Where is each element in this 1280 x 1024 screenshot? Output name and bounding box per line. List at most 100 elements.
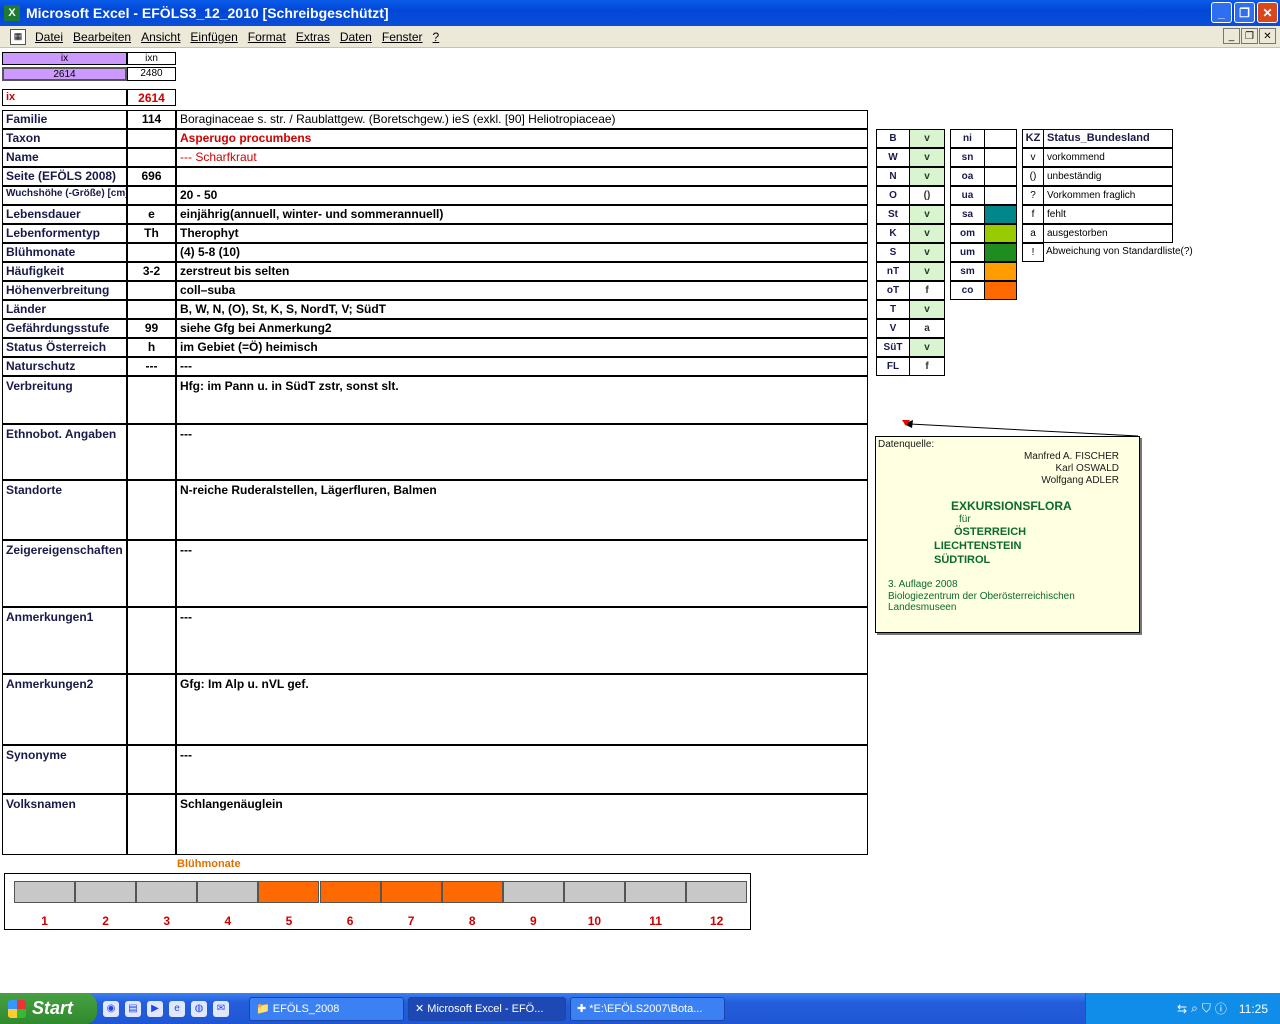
row-label[interactable]: Lebensdauer: [2, 205, 127, 224]
land-status[interactable]: v: [909, 129, 945, 148]
land-status[interactable]: v: [909, 243, 945, 262]
row-value[interactable]: Therophyt: [176, 224, 868, 243]
row-value[interactable]: im Gebiet (=Ö) heimisch: [176, 338, 868, 357]
land-status[interactable]: v: [909, 224, 945, 243]
row-label[interactable]: Lebenformentyp: [2, 224, 127, 243]
legend-text[interactable]: Abweichung von Standardliste(?): [1043, 243, 1193, 262]
tall-row-label[interactable]: Standorte: [2, 480, 127, 540]
menu-datei[interactable]: Datei: [30, 30, 68, 44]
legend-text[interactable]: vorkommend: [1043, 148, 1173, 167]
hoehe-key[interactable]: ua: [950, 186, 985, 205]
doc-close-button[interactable]: ✕: [1259, 28, 1276, 44]
hoehe-color[interactable]: [984, 167, 1017, 186]
quicklaunch-icon-2[interactable]: ▤: [125, 1000, 141, 1017]
row-code[interactable]: 696: [127, 167, 176, 186]
legend-kz[interactable]: (): [1022, 167, 1044, 186]
row-value[interactable]: --- Scharfkraut: [176, 148, 868, 167]
menu-daten[interactable]: Daten: [335, 30, 377, 44]
menu-einfuegen[interactable]: Einfügen: [185, 30, 242, 44]
row-value[interactable]: Boraginaceae s. str. / Raublattgew. (Bor…: [176, 110, 868, 129]
land-status[interactable]: v: [909, 300, 945, 319]
row-value[interactable]: siehe Gfg bei Anmerkung2: [176, 319, 868, 338]
close-button[interactable]: ✕: [1257, 2, 1278, 23]
row-value[interactable]: zerstreut bis selten: [176, 262, 868, 281]
legend-text[interactable]: unbeständig: [1043, 167, 1173, 186]
land-status[interactable]: v: [909, 205, 945, 224]
row-value[interactable]: einjährig(annuell, winter- und sommerann…: [176, 205, 868, 224]
tall-row-code[interactable]: [127, 674, 176, 745]
quicklaunch-icon-1[interactable]: ◉: [103, 1000, 119, 1017]
task-efoels-folder[interactable]: 📁 EFÖLS_2008: [249, 996, 404, 1021]
tall-row-label[interactable]: Ethnobot. Angaben: [2, 424, 127, 480]
ixn-label-cell[interactable]: ixn: [127, 52, 176, 65]
row-value[interactable]: (4) 5-8 (10): [176, 243, 868, 262]
row-code[interactable]: 114: [127, 110, 176, 129]
tall-row-label[interactable]: Volksnamen: [2, 794, 127, 855]
start-button[interactable]: Start: [0, 993, 97, 1024]
tall-row-code[interactable]: [127, 376, 176, 424]
row-code[interactable]: h: [127, 338, 176, 357]
land-status[interactable]: f: [909, 281, 945, 300]
doc-restore-button[interactable]: ❐: [1241, 28, 1258, 44]
hoehe-color[interactable]: [984, 129, 1017, 148]
excel-app-icon[interactable]: X: [4, 5, 20, 21]
row-label[interactable]: Gefährdungsstufe: [2, 319, 127, 338]
row-code[interactable]: [127, 148, 176, 167]
row-value[interactable]: Asperugo procumbens: [176, 129, 868, 148]
tall-row-value[interactable]: ---: [176, 540, 868, 607]
tall-row-value[interactable]: N-reiche Ruderalstellen, Lägerfluren, Ba…: [176, 480, 868, 540]
hoehe-key[interactable]: sm: [950, 262, 985, 281]
search-icon[interactable]: ⌕: [1191, 1001, 1198, 1016]
legend-kz[interactable]: ?: [1022, 186, 1044, 205]
worksheet[interactable]: ix ixn 2614 2480 ix 2614 Familie 114 Borag…: [0, 48, 1280, 988]
quicklaunch-media-icon[interactable]: ▶: [147, 1000, 163, 1017]
hoehe-color[interactable]: [984, 243, 1017, 262]
minimize-button[interactable]: _: [1211, 2, 1232, 23]
quicklaunch-firefox-icon[interactable]: ◍: [191, 1000, 207, 1017]
hoehe-key[interactable]: co: [950, 281, 985, 300]
doc-minimize-button[interactable]: _: [1223, 28, 1240, 44]
row-value[interactable]: B, W, N, (O), St, K, S, NordT, V; SüdT: [176, 300, 868, 319]
land-key[interactable]: W: [876, 148, 910, 167]
hoehe-key[interactable]: um: [950, 243, 985, 262]
land-status[interactable]: v: [909, 167, 945, 186]
tall-row-code[interactable]: [127, 424, 176, 480]
maximize-button[interactable]: ❐: [1234, 2, 1255, 23]
land-status[interactable]: v: [909, 148, 945, 167]
tall-row-code[interactable]: [127, 745, 176, 794]
row-label[interactable]: Länder: [2, 300, 127, 319]
tall-row-label[interactable]: Verbreitung: [2, 376, 127, 424]
land-key[interactable]: T: [876, 300, 910, 319]
ix-label-cell[interactable]: ix: [2, 52, 127, 65]
legend-kz[interactable]: f: [1022, 205, 1044, 224]
ixn-value-cell[interactable]: 2480: [127, 67, 176, 81]
land-key[interactable]: N: [876, 167, 910, 186]
land-status[interactable]: v: [909, 338, 945, 357]
legend-kz[interactable]: !: [1022, 243, 1044, 262]
hoehe-key[interactable]: om: [950, 224, 985, 243]
row-label[interactable]: Blühmonate: [2, 243, 127, 262]
row-value[interactable]: ---: [176, 357, 868, 376]
quicklaunch-icon-6[interactable]: ✉: [213, 1000, 229, 1017]
tall-row-value[interactable]: ---: [176, 745, 868, 794]
row-label[interactable]: Taxon: [2, 129, 127, 148]
land-key[interactable]: V: [876, 319, 910, 338]
land-key[interactable]: S: [876, 243, 910, 262]
row-code[interactable]: [127, 186, 176, 205]
legend-header-kz[interactable]: KZ: [1022, 129, 1044, 148]
menu-help[interactable]: ?: [428, 30, 445, 44]
row-value[interactable]: 20 - 50: [176, 186, 868, 205]
hoehe-color[interactable]: [984, 186, 1017, 205]
info-icon[interactable]: ⓘ: [1215, 1000, 1227, 1017]
tall-row-label[interactable]: Zeigereigenschaften: [2, 540, 127, 607]
legend-text[interactable]: fehlt: [1043, 205, 1173, 224]
land-key[interactable]: oT: [876, 281, 910, 300]
tall-row-value[interactable]: ---: [176, 607, 868, 674]
row-code[interactable]: 99: [127, 319, 176, 338]
hoehe-color[interactable]: [984, 262, 1017, 281]
row-label[interactable]: Häufigkeit: [2, 262, 127, 281]
land-key[interactable]: FL: [876, 357, 910, 376]
legend-kz[interactable]: v: [1022, 148, 1044, 167]
quicklaunch-ie-icon[interactable]: e: [169, 1000, 185, 1017]
workbook-icon[interactable]: ▦: [10, 28, 26, 45]
